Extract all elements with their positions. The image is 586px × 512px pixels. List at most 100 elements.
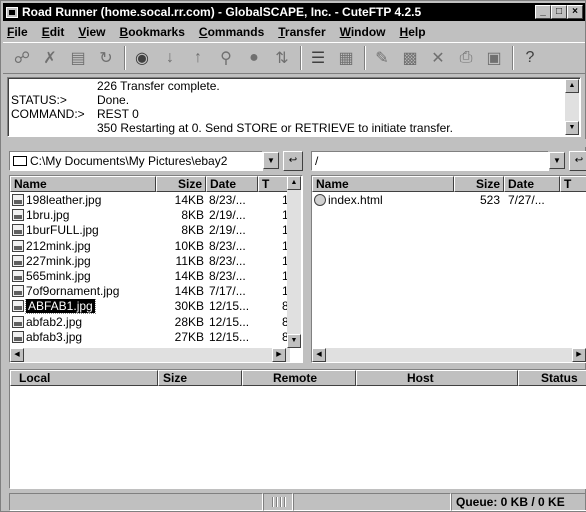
queue-col-local[interactable]: Local [10, 370, 158, 386]
col-size[interactable]: Size [454, 176, 504, 192]
stop-icon[interactable]: ● [241, 46, 267, 70]
file-name-cell: 7of9ornament.jpg [12, 284, 158, 299]
transfer-queue[interactable]: Local Size Remote Host Status [9, 369, 586, 489]
status-grip [263, 493, 293, 511]
menu-help[interactable]: Help [400, 25, 426, 39]
table-row[interactable]: 227mink.jpg 11KB 8/23/... 1 [10, 254, 290, 269]
menu-view[interactable]: View [78, 25, 105, 39]
table-row[interactable]: ABFAB1.jpg 30KB 12/15... 8 [10, 299, 290, 315]
refresh-icon[interactable]: ⇅ [269, 46, 295, 70]
find-icon[interactable]: ⚲ [213, 46, 239, 70]
file-name: 227mink.jpg [26, 253, 91, 268]
menu-window[interactable]: Window [340, 25, 386, 39]
delete-icon[interactable]: ✕ [425, 46, 451, 70]
col-type[interactable]: T [258, 176, 290, 192]
file-size: 523 [479, 193, 500, 207]
folder-icon[interactable]: ▣ [481, 46, 507, 70]
list-view-icon[interactable]: ☰ [305, 46, 331, 70]
scroll-up-icon[interactable]: ▲ [287, 176, 301, 190]
file-size: 11KB [175, 253, 204, 268]
table-row[interactable]: 198leather.jpg 14KB 8/23/... 1 [10, 193, 290, 208]
local-hscroll[interactable]: ◀ ▶ [10, 348, 290, 362]
col-type[interactable]: T [560, 176, 586, 192]
file-size: 14KB [174, 284, 204, 299]
scroll-down-icon[interactable]: ▼ [565, 121, 579, 135]
file-name: 212mink.jpg [26, 238, 91, 253]
queue-col-remote[interactable]: Remote [242, 370, 356, 386]
remote-file-list[interactable]: Name Size Date T index.html 523 7/27/... ◀… [311, 175, 586, 363]
col-name[interactable]: Name [10, 176, 156, 192]
menu-edit[interactable]: Edit [42, 25, 65, 39]
col-name[interactable]: Name [312, 176, 454, 192]
table-row[interactable]: 1bru.jpg 8KB 2/19/... 1 [10, 208, 290, 223]
print-icon[interactable]: ⎙ [453, 46, 479, 70]
remote-path-combo[interactable]: / [311, 151, 549, 171]
search-icon[interactable]: ◉ [129, 46, 155, 70]
scroll-right-icon[interactable]: ▶ [272, 348, 286, 362]
file-date: 7/17/... [209, 284, 246, 299]
log-scrollbar[interactable]: ▲ ▼ [565, 79, 579, 135]
table-row[interactable]: index.html 523 7/27/... [312, 193, 586, 208]
site-manager-icon[interactable]: ▤ [65, 46, 91, 70]
app-icon[interactable] [6, 6, 18, 18]
minimize-button[interactable]: _ [535, 5, 551, 19]
col-date[interactable]: Date [206, 176, 258, 192]
file-name-cell: ABFAB1.jpg [12, 299, 158, 315]
remote-hscroll[interactable]: ◀ ▶ [312, 348, 586, 362]
file-name: 1bru.jpg [26, 208, 70, 223]
folder-up-button[interactable]: ↩ [569, 151, 586, 171]
file-size: 14KB [174, 193, 204, 207]
menu-transfer[interactable]: Transfer [278, 25, 325, 39]
close-button[interactable]: × [567, 5, 583, 19]
file-name: abfab3.jpg [26, 329, 83, 344]
rename-icon[interactable]: ▩ [397, 46, 423, 70]
col-date[interactable]: Date [504, 176, 560, 192]
log-text: Done. [97, 93, 130, 107]
window-title: Road Runner (home.socal.rr.com) - Global… [22, 5, 422, 19]
table-row[interactable]: 565mink.jpg 14KB 8/23/... 1 [10, 269, 290, 284]
maximize-button[interactable]: □ [551, 5, 567, 19]
status-log[interactable]: 226 Transfer complete. STATUS:> Done. COM… [7, 77, 581, 137]
remote-path: / [315, 154, 319, 168]
file-date: 12/15... [209, 314, 250, 329]
scroll-left-icon[interactable]: ◀ [10, 348, 24, 362]
local-vscroll[interactable]: ▲ ▼ [287, 176, 301, 348]
local-file-list[interactable]: Name Size Date T 198leather.jpg 14KB 8/23/… [9, 175, 303, 363]
quick-connect-icon[interactable]: ☍ [9, 46, 35, 70]
table-row[interactable]: abfab2.jpg 28KB 12/15... 8 [10, 315, 290, 330]
disconnect-icon[interactable]: ✗ [37, 46, 63, 70]
download-icon[interactable]: ↓ [157, 46, 183, 70]
chevron-down-icon[interactable]: ▼ [263, 152, 279, 169]
pane-splitter[interactable] [1, 139, 586, 147]
help-icon[interactable]: ? [517, 46, 543, 70]
table-row[interactable]: 7of9ornament.jpg 14KB 7/17/... 1 [10, 284, 290, 299]
scroll-up-icon[interactable]: ▲ [565, 79, 579, 93]
queue-col-size[interactable]: Size [158, 370, 242, 386]
status-bar: Queue: 0 KB / 0 KE [9, 493, 586, 511]
title-bar[interactable]: Road Runner (home.socal.rr.com) - Global… [3, 3, 585, 21]
file-date: 2/19/... [209, 223, 246, 238]
queue-col-status[interactable]: Status [518, 370, 586, 386]
local-path-combo[interactable]: C:\My Documents\My Pictures\ebay2 [9, 151, 263, 171]
scroll-left-icon[interactable]: ◀ [312, 348, 326, 362]
queue-col-host[interactable]: Host [356, 370, 518, 386]
table-row[interactable]: abfab3.jpg 27KB 12/15... 8 [10, 330, 290, 345]
file-size: 27KB [174, 329, 204, 344]
scroll-down-icon[interactable]: ▼ [287, 334, 301, 348]
menu-commands[interactable]: Commands [199, 25, 264, 39]
reconnect-icon[interactable]: ↻ [93, 46, 119, 70]
file-date: 8/23/... [209, 269, 246, 283]
folder-up-button[interactable]: ↩ [283, 151, 303, 171]
scroll-right-icon[interactable]: ▶ [572, 348, 586, 362]
table-row[interactable]: 212mink.jpg 10KB 8/23/... 1 [10, 239, 290, 254]
file-size: 10KB [174, 238, 204, 253]
upload-icon[interactable]: ↑ [185, 46, 211, 70]
menu-bookmarks[interactable]: Bookmarks [120, 25, 185, 39]
details-view-icon[interactable]: ▦ [333, 46, 359, 70]
chevron-down-icon[interactable]: ▼ [549, 152, 565, 169]
menu-file[interactable]: File [7, 25, 28, 39]
file-date: 12/15... [209, 299, 250, 314]
edit-icon[interactable]: ✎ [369, 46, 395, 70]
table-row[interactable]: 1burFULL.jpg 8KB 2/19/... 1 [10, 223, 290, 238]
col-size[interactable]: Size [156, 176, 206, 192]
